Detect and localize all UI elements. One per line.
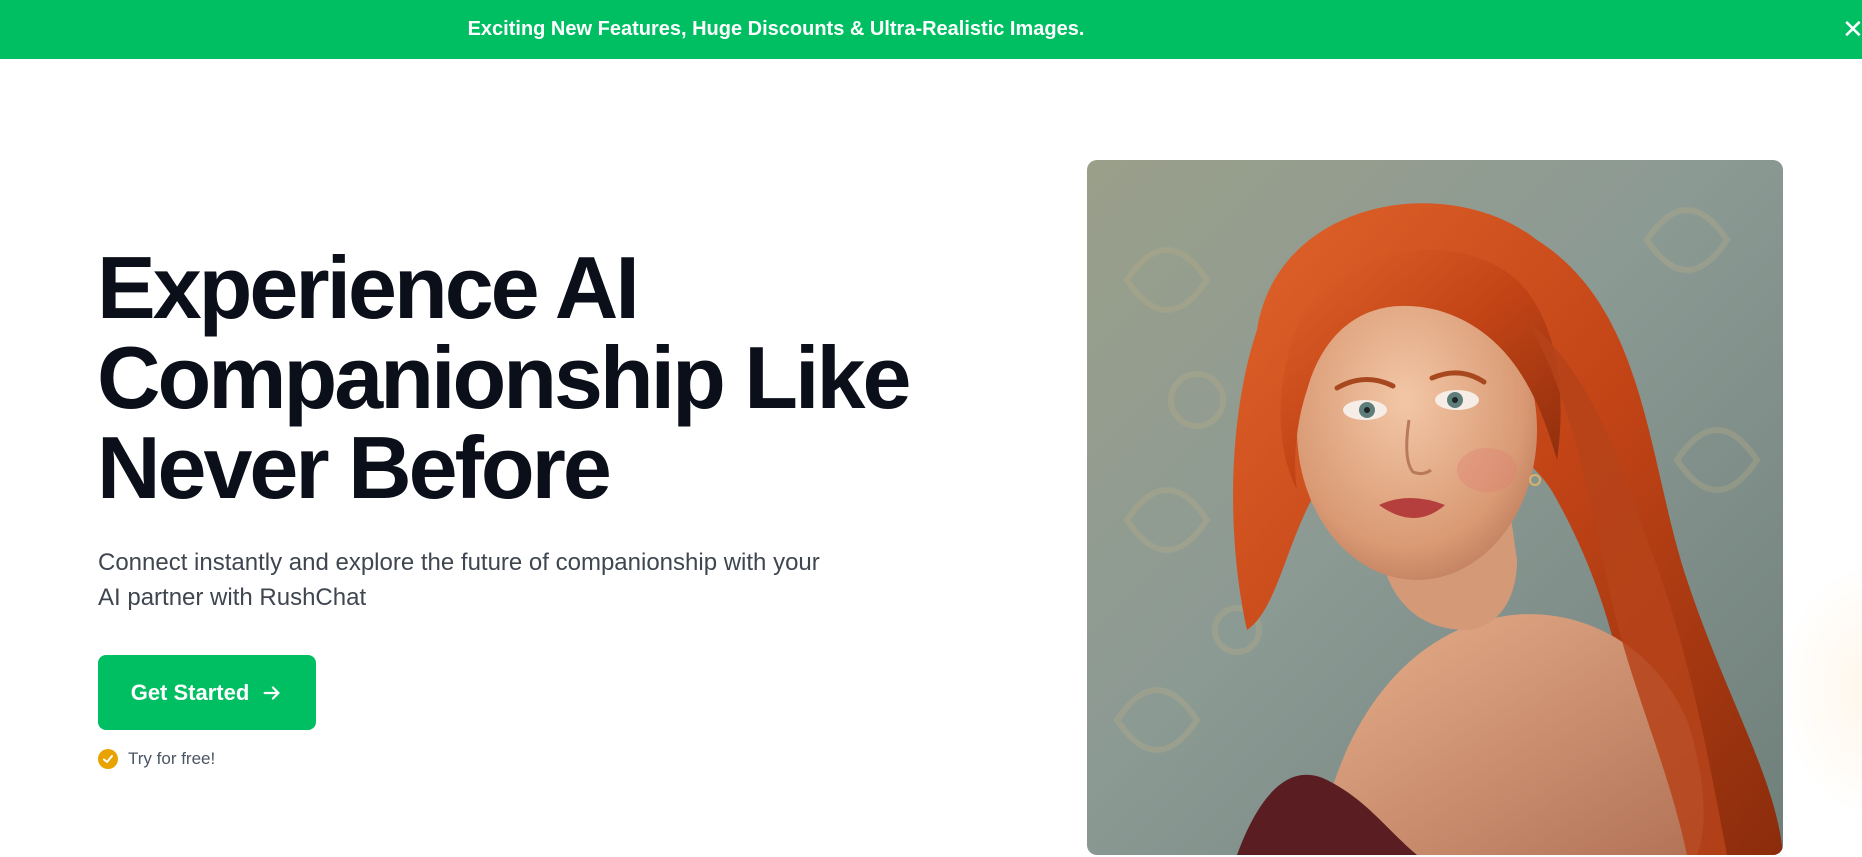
hero-title-line: Companionship Like (97, 328, 911, 427)
hero-portrait-image (1087, 160, 1783, 855)
free-trial-note: Try for free! (98, 748, 215, 770)
portrait-illustration (1087, 160, 1783, 855)
hero-subtitle: Connect instantly and explore the future… (98, 545, 928, 615)
hero-title: Experience AI Companionship Like Never B… (97, 243, 957, 513)
get-started-label: Get Started (130, 679, 250, 705)
announcement-bar: Exciting New Features, Huge Discounts & … (0, 0, 1862, 59)
decorative-glow (1780, 560, 1862, 820)
hero-title-line: Experience AI (97, 238, 640, 337)
get-started-button[interactable]: Get Started (98, 655, 316, 730)
hero-title-line: Never Before (97, 418, 612, 517)
close-icon[interactable]: ✕ (1842, 12, 1862, 46)
hero-subtitle-line: Connect instantly and explore the future… (98, 549, 820, 576)
landing-page: Exciting New Features, Huge Discounts & … (0, 0, 1862, 857)
free-trial-text: Try for free! (128, 749, 216, 768)
hero-subtitle-line: AI partner with RushChat (98, 584, 367, 611)
arrow-right-icon (263, 685, 280, 700)
check-circle-icon (98, 749, 118, 769)
announcement-text: Exciting New Features, Huge Discounts & … (467, 18, 1085, 40)
